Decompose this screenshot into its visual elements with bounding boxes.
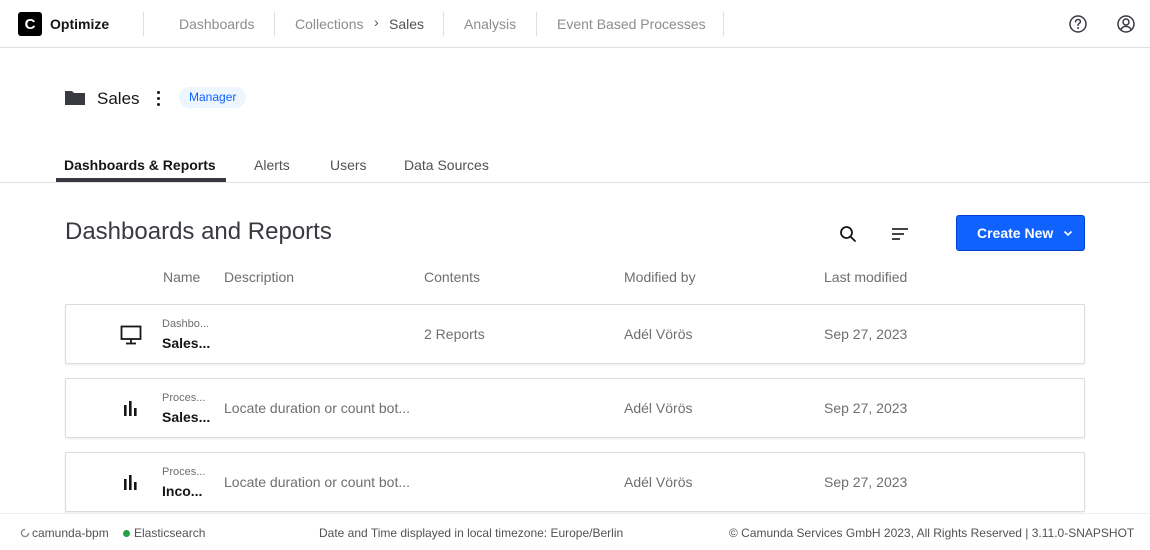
engine-name: camunda-bpm [32,526,109,540]
folder-icon [65,91,85,105]
brand[interactable]: C Optimize [18,12,109,36]
breadcrumb-chevron-icon: › [374,14,379,30]
collection-menu-icon[interactable] [151,88,165,108]
user-icon[interactable] [1116,14,1136,34]
nav-event-processes[interactable]: Event Based Processes [557,16,706,32]
nav-divider [536,12,537,36]
nav-divider [274,12,275,36]
column-header-contents[interactable]: Contents [424,269,480,285]
role-badge: Manager [179,87,247,108]
nav-analysis[interactable]: Analysis [464,16,516,32]
sort-icon[interactable] [890,224,910,244]
item-name: Inco... [162,483,203,499]
nav-divider [443,12,444,36]
item-type: Proces... [162,466,206,478]
tab-alerts[interactable]: Alerts [254,157,290,173]
bar-chart-icon [124,475,137,490]
create-new-button[interactable]: Create New [956,215,1085,251]
tab-dashboards-reports[interactable]: Dashboards & Reports [64,157,216,173]
item-last-modified: Sep 27, 2023 [824,400,908,416]
database-status: Elasticsearch [123,526,205,540]
nav-current-collection[interactable]: Sales [389,16,424,32]
copyright: © Camunda Services GmbH 2023, All Rights… [729,526,1135,540]
list-item[interactable]: Dashbo... Sales... 2 Reports Adél Vörös … [65,304,1085,364]
create-new-label: Create New [977,225,1054,241]
chevron-down-icon [1063,230,1073,237]
camunda-logo: C [18,12,42,36]
collection-title: Sales [97,89,140,108]
item-description: Locate duration or count bot... [224,400,411,416]
help-icon[interactable] [1068,14,1088,34]
item-last-modified: Sep 27, 2023 [824,474,908,490]
column-header-name[interactable]: Name [163,269,200,285]
list-item[interactable]: Proces... Inco... Locate duration or cou… [65,452,1085,512]
column-header-last-modified[interactable]: Last modified [824,269,907,285]
database-name: Elasticsearch [134,526,206,540]
loading-spinner-icon [20,528,30,538]
item-type: Proces... [162,392,206,404]
nav-divider [143,12,144,36]
tab-data-sources[interactable]: Data Sources [404,157,489,173]
item-last-modified: Sep 27, 2023 [824,326,908,342]
column-header-modified-by[interactable]: Modified by [624,269,696,285]
item-contents: 2 Reports [424,326,485,342]
app-name: Optimize [50,16,110,32]
item-type: Dashbo... [162,318,210,330]
nav-collections[interactable]: Collections [295,16,363,32]
item-description: Locate duration or count bot... [224,474,411,490]
item-name: Sales... [162,409,211,425]
active-tab-indicator [56,178,226,182]
item-name: Sales... [162,335,211,351]
status-ok-icon [123,530,130,537]
monitor-icon [120,325,142,345]
column-header-description[interactable]: Description [224,269,294,285]
engine-status: camunda-bpm [20,526,109,540]
search-icon[interactable] [838,224,858,244]
section-title: Dashboards and Reports [65,218,332,245]
footer: camunda-bpm Elasticsearch Date and Time … [0,513,1150,550]
list-item[interactable]: Proces... Sales... Locate duration or co… [65,378,1085,438]
nav-dashboards[interactable]: Dashboards [179,16,255,32]
timezone-info: Date and Time displayed in local timezon… [319,526,624,540]
tab-users[interactable]: Users [330,157,367,173]
top-navigation: C Optimize Dashboards Collections › Sale… [0,0,1150,48]
item-modified-by: Adél Vörös [624,400,693,416]
bar-chart-icon [124,401,137,416]
nav-divider [723,12,724,36]
item-modified-by: Adél Vörös [624,474,693,490]
item-modified-by: Adél Vörös [624,326,693,342]
